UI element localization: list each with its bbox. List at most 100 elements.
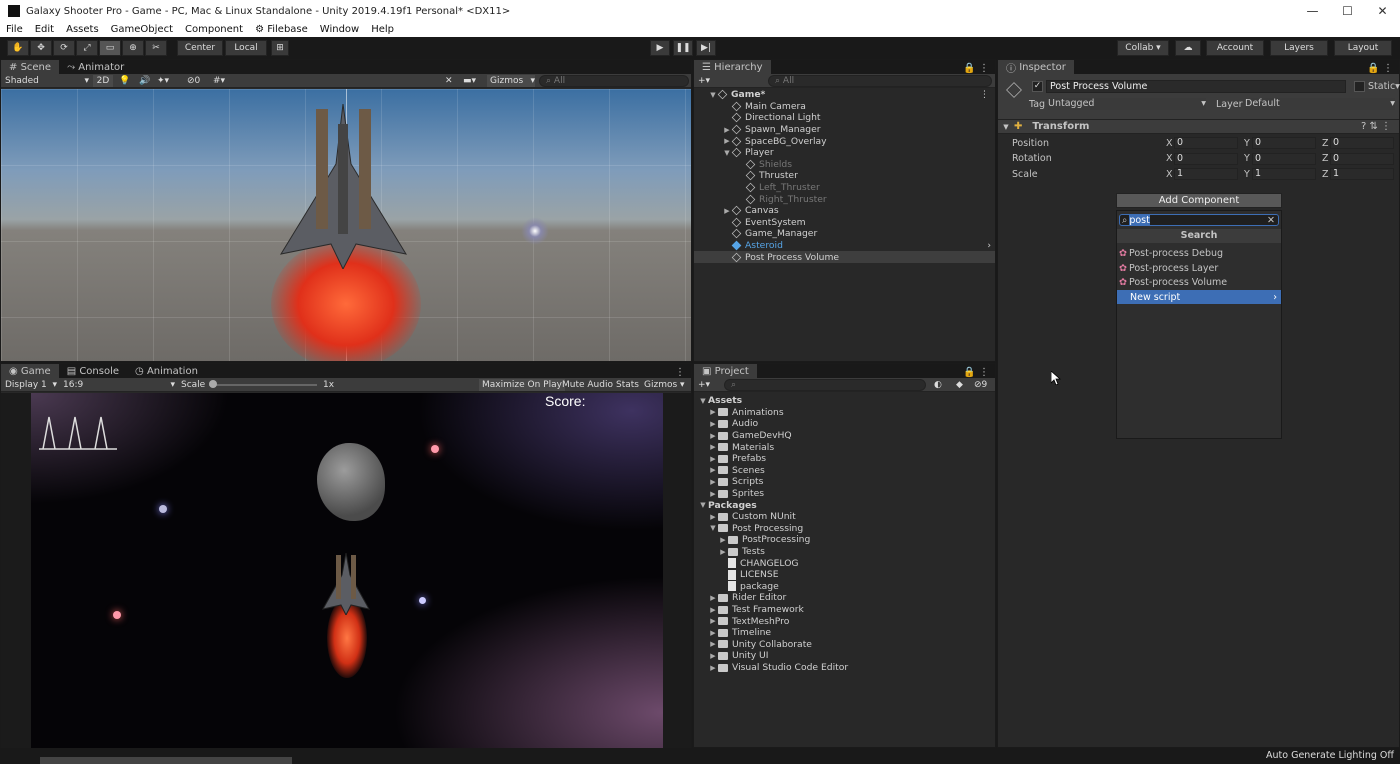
active-checkbox[interactable]: ✓ [1032,81,1043,92]
game-viewport[interactable]: Score: [31,393,663,748]
add-component-button[interactable]: Add Component [1116,193,1282,208]
grid-icon[interactable]: #▾ [213,75,225,87]
static-dropdown[interactable]: Static▾ [1368,81,1400,92]
menu-component[interactable]: Component [179,24,249,35]
expand-arrow-right-icon[interactable]: ▶ [708,420,718,428]
hierarchy-item[interactable]: Shields [694,159,995,171]
transform-z-field[interactable]: 0 [1330,152,1394,165]
rotate-tool-icon[interactable]: ⟳ [53,40,75,56]
panel-menu-icon[interactable]: ⋮ [675,367,691,378]
menu-filebase[interactable]: ⚙ Filebase [249,24,314,35]
expand-arrow-right-icon[interactable]: ▶ [708,664,718,672]
pivot-local-button[interactable]: Local [225,40,267,56]
layer-dropdown[interactable]: Default ▾ [1245,98,1395,110]
hierarchy-item[interactable]: Asteroid › [694,240,995,252]
transform-settings-icon[interactable]: ? ⇅ ⋮ [1361,121,1399,132]
expand-arrow-right-icon[interactable]: ▶ [708,478,718,486]
project-folder-item[interactable]: ▶ PostProcessing [694,534,995,546]
expand-arrow-right-icon[interactable]: ▶ [708,652,718,660]
expand-arrow-right-icon[interactable]: ▶ [708,490,718,498]
cloud-icon[interactable]: ☁ [1175,40,1201,56]
menu-help[interactable]: Help [365,24,400,35]
hierarchy-item[interactable]: ▼ Player [694,147,995,159]
expand-arrow-down-icon[interactable]: ▼ [708,91,718,99]
transform-tool-icon[interactable]: ⊕ [122,40,144,56]
maximize-on-play-toggle[interactable]: Maximize On Play [479,379,565,391]
expand-arrow-right-icon[interactable]: ▶ [708,443,718,451]
project-folder-item[interactable]: ▶ Visual Studio Code Editor [694,662,995,674]
project-folder-item[interactable]: ▶ Test Framework [694,604,995,616]
aspect-dropdown[interactable]: 16:9 ▾ [63,379,175,391]
hierarchy-item[interactable]: Main Camera [694,101,995,113]
tools-icon[interactable]: ✕ [445,75,453,87]
expand-arrow-right-icon[interactable]: ▶ [722,207,732,215]
project-folder-item[interactable]: ▼ Packages [694,499,995,511]
expand-arrow-right-icon[interactable]: ▶ [708,513,718,521]
project-folder-item[interactable]: ▶ Prefabs [694,453,995,465]
step-button[interactable]: ▶| [696,40,716,56]
expand-arrow-right-icon[interactable]: ▶ [708,606,718,614]
hierarchy-item[interactable]: ▶ SpaceBG_Overlay [694,135,995,147]
account-dropdown[interactable]: Account [1206,40,1264,56]
project-folder-item[interactable]: ▶ Rider Editor [694,592,995,604]
project-folder-item[interactable]: ▶ Audio [694,418,995,430]
close-button[interactable]: ✕ [1365,4,1400,18]
collab-dropdown[interactable]: Collab ▾ [1117,40,1169,56]
transform-z-field[interactable]: 1 [1330,168,1394,180]
hidden-packages-icon[interactable]: ⊘ 9 [974,379,987,391]
expand-arrow-right-icon[interactable]: ▶ [708,408,718,416]
hierarchy-item[interactable]: Post Process Volume [694,251,995,263]
tab-console[interactable]: ▤ Console [59,364,127,378]
expand-arrow-right-icon[interactable]: ▶ [708,617,718,625]
hierarchy-item[interactable]: Right_Thruster [694,193,995,205]
hierarchy-item[interactable]: ▶ Canvas [694,205,995,217]
transform-x-field[interactable]: 1 [1174,168,1238,180]
scene-menu-icon[interactable]: ⋮ [980,89,995,100]
minimize-button[interactable]: — [1295,4,1330,18]
transform-header[interactable]: ▼ ✚ Transform ? ⇅ ⋮ [998,120,1399,134]
hierarchy-item[interactable]: Left_Thruster [694,182,995,194]
menu-file[interactable]: File [0,24,29,35]
tag-dropdown[interactable]: Untagged ▾ [1048,98,1206,110]
project-file-item[interactable]: LICENSE [694,569,995,581]
gizmos-dropdown[interactable]: Gizmos ▾ [487,75,535,87]
tab-animator[interactable]: ⤳ Animator [59,60,132,74]
hierarchy-item[interactable]: Thruster [694,170,995,182]
2d-toggle[interactable]: 2D [93,75,113,87]
project-folder-item[interactable]: ▶ Unity UI [694,650,995,662]
expand-arrow-down-icon[interactable]: ▼ [722,149,732,157]
object-name-field[interactable]: Post Process Volume [1046,80,1346,93]
search-by-label-icon[interactable]: ◆ [956,379,963,391]
fold-arrow-icon[interactable]: ▼ [998,123,1014,131]
transform-x-field[interactable]: 0 [1174,152,1238,165]
chevron-right-icon[interactable]: › [987,240,995,251]
pivot-center-button[interactable]: Center [177,40,223,56]
hierarchy-item[interactable]: ▼ Game* ⋮ [694,89,995,101]
expand-arrow-right-icon[interactable]: ▶ [708,432,718,440]
menu-gameobject[interactable]: GameObject [105,24,179,35]
scale-tool-icon[interactable]: ⤢ [76,40,98,56]
transform-x-field[interactable]: 0 [1174,137,1238,149]
project-lock-icon[interactable]: 🔒 ⋮ [963,367,995,378]
project-folder-item[interactable]: ▶ Timeline [694,627,995,639]
game-gizmos-dropdown[interactable]: Gizmos ▾ [644,379,685,391]
project-folder-item[interactable]: ▶ Tests [694,546,995,558]
menu-window[interactable]: Window [314,24,365,35]
transform-z-field[interactable]: 0 [1330,137,1394,149]
hidden-objects-icon[interactable]: ⊘ 0 [187,75,200,87]
project-folder-item[interactable]: ▼ Assets [694,395,995,407]
hierarchy-item[interactable]: Directional Light [694,112,995,124]
layout-dropdown[interactable]: Layout [1334,40,1392,56]
tab-game[interactable]: ◉ Game [1,364,59,378]
create-dropdown-icon[interactable]: +▾ [698,75,710,87]
project-folder-item[interactable]: ▶ Scripts [694,476,995,488]
project-file-item[interactable]: CHANGELOG [694,557,995,569]
move-tool-icon[interactable]: ✥ [30,40,52,56]
project-folder-item[interactable]: ▶ GameDevHQ [694,430,995,442]
project-file-item[interactable]: package [694,581,995,593]
menu-edit[interactable]: Edit [29,24,60,35]
project-folder-item[interactable]: ▼ Post Processing [694,523,995,535]
project-folder-item[interactable]: ▶ Sprites [694,488,995,500]
project-folder-item[interactable]: ▶ Materials [694,441,995,453]
result-post-process-debug[interactable]: ✿ Post-process Debug [1117,246,1281,260]
